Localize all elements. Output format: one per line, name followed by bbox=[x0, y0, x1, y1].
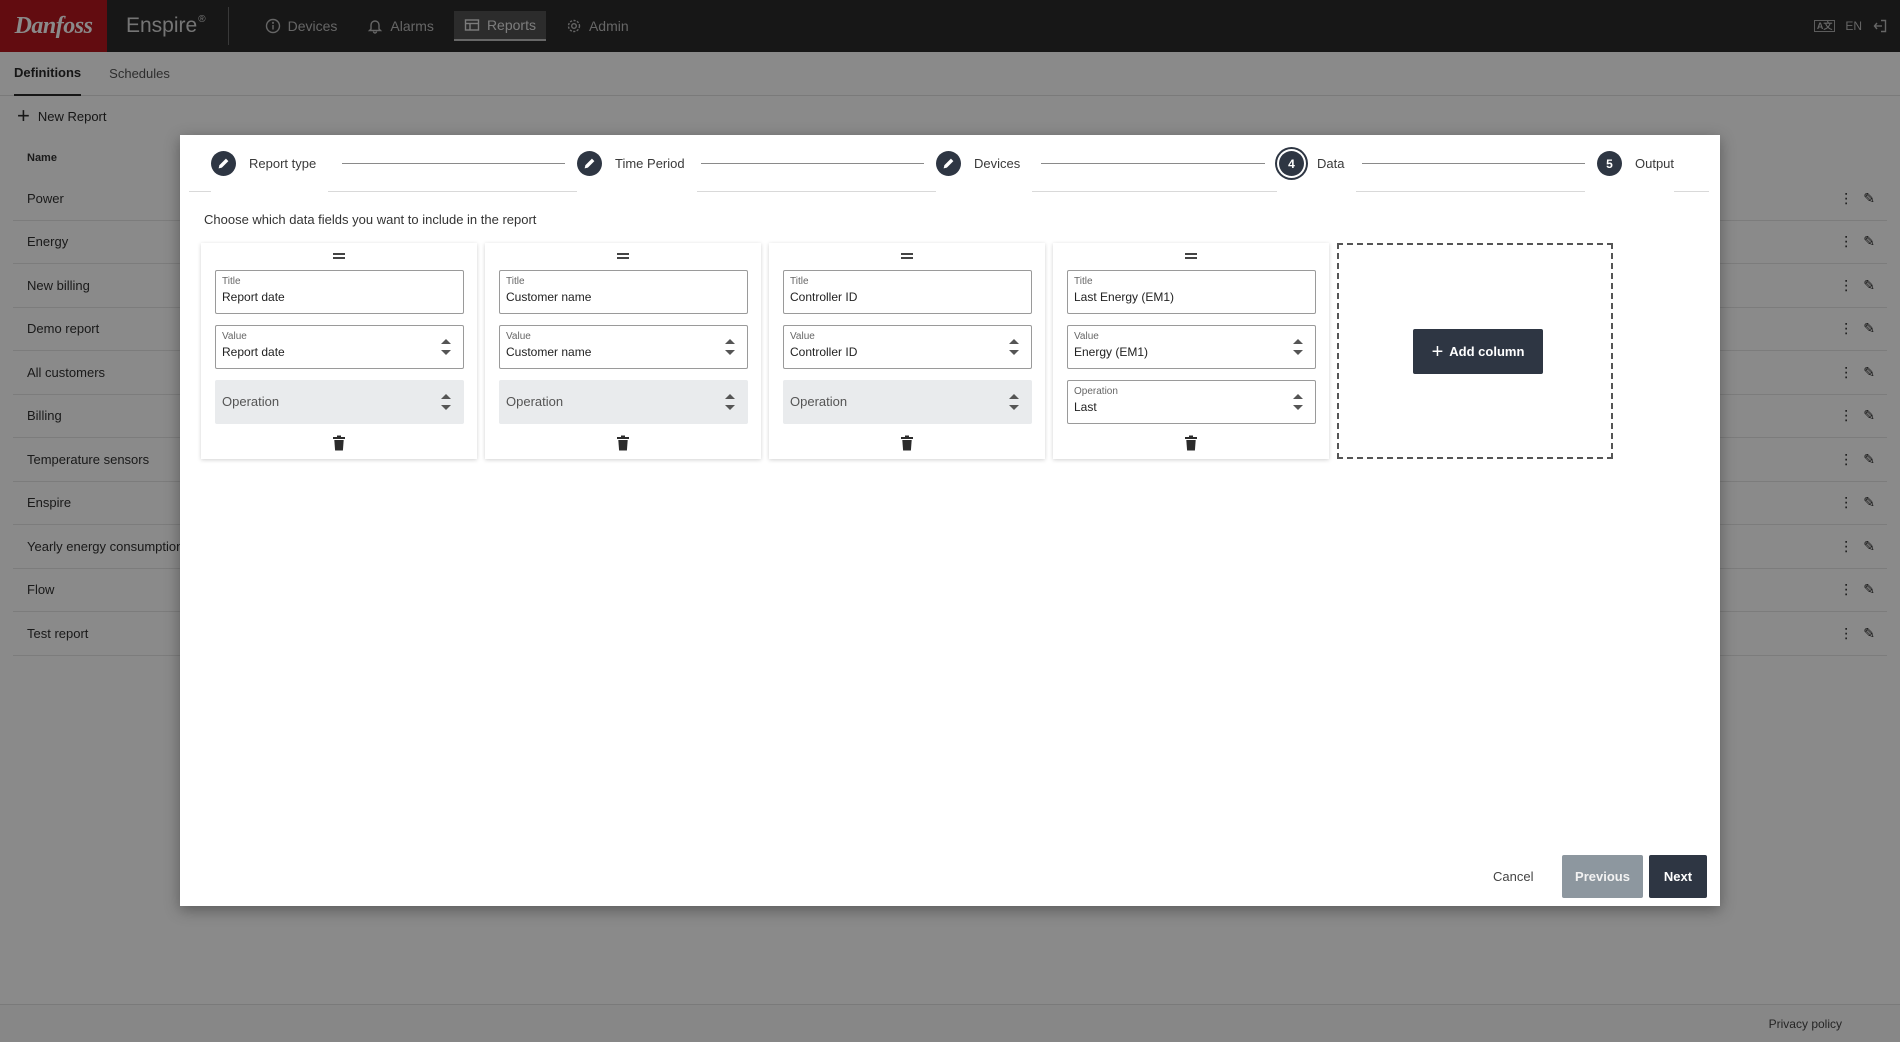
value-select-label: Value bbox=[1074, 331, 1099, 342]
value-select-value: Energy (EM1) bbox=[1074, 345, 1149, 359]
title-field-value: Last Energy (EM1) bbox=[1074, 290, 1175, 304]
step-label: Time Period bbox=[615, 156, 685, 171]
drag-handle-icon[interactable] bbox=[769, 247, 1045, 263]
value-select[interactable]: Value Energy (EM1) bbox=[1067, 325, 1316, 369]
cancel-label: Cancel bbox=[1493, 869, 1534, 884]
step-data[interactable]: 4 Data bbox=[1277, 135, 1357, 192]
select-arrows-icon bbox=[1009, 393, 1019, 411]
plus-icon: + bbox=[1431, 340, 1444, 363]
instruction-text: Choose which data fields you want to inc… bbox=[204, 212, 537, 227]
trash-icon[interactable] bbox=[332, 435, 346, 451]
select-arrows-icon bbox=[725, 393, 735, 411]
drag-handle-icon[interactable] bbox=[485, 247, 761, 263]
select-arrows-icon bbox=[441, 393, 451, 411]
operation-select-value: Last bbox=[1074, 400, 1097, 414]
add-column-dropzone: + Add column bbox=[1337, 243, 1613, 459]
trash-icon[interactable] bbox=[900, 435, 914, 451]
step-connector bbox=[1041, 163, 1265, 164]
column-card: Title Controller ID Value Controller ID … bbox=[769, 243, 1045, 459]
column-card: Title Report date Value Report date Oper… bbox=[201, 243, 477, 459]
title-field-label: Title bbox=[790, 276, 809, 287]
value-select[interactable]: Value Customer name bbox=[499, 325, 748, 369]
step-done-circle bbox=[936, 151, 961, 176]
operation-select: Operation bbox=[215, 380, 464, 424]
title-field-value: Controller ID bbox=[790, 290, 858, 304]
title-field[interactable]: Title Last Energy (EM1) bbox=[1067, 270, 1316, 314]
title-field[interactable]: Title Controller ID bbox=[783, 270, 1032, 314]
step-connector bbox=[342, 163, 565, 164]
operation-placeholder: Operation bbox=[790, 394, 848, 409]
pencil-icon bbox=[584, 158, 595, 169]
step-label: Data bbox=[1317, 156, 1345, 171]
pencil-icon bbox=[218, 158, 229, 169]
report-wizard-dialog: Report type Time Period Devices 4 Data 5… bbox=[180, 135, 1720, 906]
title-field-label: Title bbox=[1074, 276, 1093, 287]
operation-select-label: Operation bbox=[1074, 386, 1118, 397]
title-field-label: Title bbox=[506, 276, 525, 287]
select-arrows-icon bbox=[441, 338, 451, 356]
step-current-circle: 4 bbox=[1279, 151, 1304, 176]
select-arrows-icon bbox=[1293, 338, 1303, 356]
value-select-value: Report date bbox=[222, 345, 285, 359]
operation-select: Operation bbox=[783, 380, 1032, 424]
select-arrows-icon bbox=[1009, 338, 1019, 356]
value-select[interactable]: Value Report date bbox=[215, 325, 464, 369]
select-arrows-icon bbox=[725, 338, 735, 356]
previous-button[interactable]: Previous bbox=[1562, 855, 1643, 898]
cancel-button[interactable]: Cancel bbox=[1493, 855, 1533, 898]
step-output[interactable]: 5 Output bbox=[1585, 135, 1675, 192]
value-select-label: Value bbox=[506, 331, 531, 342]
operation-select[interactable]: Operation Last bbox=[1067, 380, 1316, 424]
step-number-circle: 5 bbox=[1597, 151, 1622, 176]
value-select[interactable]: Value Controller ID bbox=[783, 325, 1032, 369]
add-column-label: Add column bbox=[1449, 344, 1525, 359]
trash-icon[interactable] bbox=[1184, 435, 1198, 451]
step-devices[interactable]: Devices bbox=[936, 135, 1033, 192]
step-label: Output bbox=[1635, 156, 1675, 171]
operation-placeholder: Operation bbox=[222, 394, 280, 409]
step-done-circle bbox=[211, 151, 236, 176]
step-time-period[interactable]: Time Period bbox=[577, 135, 697, 192]
column-card: Title Last Energy (EM1) Value Energy (EM… bbox=[1053, 243, 1329, 459]
value-select-label: Value bbox=[222, 331, 247, 342]
title-field-value: Report date bbox=[222, 290, 285, 304]
step-report-type[interactable]: Report type bbox=[211, 135, 329, 192]
operation-placeholder: Operation bbox=[506, 394, 564, 409]
next-button[interactable]: Next bbox=[1649, 855, 1707, 898]
operation-select: Operation bbox=[499, 380, 748, 424]
step-label: Report type bbox=[249, 156, 317, 171]
title-field[interactable]: Title Report date bbox=[215, 270, 464, 314]
step-done-circle bbox=[577, 151, 602, 176]
value-select-value: Customer name bbox=[506, 345, 592, 359]
pencil-icon bbox=[943, 158, 954, 169]
wizard-stepper: Report type Time Period Devices 4 Data 5… bbox=[189, 135, 1709, 192]
value-select-value: Controller ID bbox=[790, 345, 858, 359]
trash-icon[interactable] bbox=[616, 435, 630, 451]
title-field-value: Customer name bbox=[506, 290, 592, 304]
value-select-label: Value bbox=[790, 331, 815, 342]
drag-handle-icon[interactable] bbox=[201, 247, 477, 263]
step-connector bbox=[1362, 163, 1585, 164]
step-label: Devices bbox=[974, 156, 1021, 171]
select-arrows-icon bbox=[1293, 393, 1303, 411]
title-field[interactable]: Title Customer name bbox=[499, 270, 748, 314]
title-field-label: Title bbox=[222, 276, 241, 287]
step-connector bbox=[701, 163, 924, 164]
drag-handle-icon[interactable] bbox=[1053, 247, 1329, 263]
column-card: Title Customer name Value Customer name … bbox=[485, 243, 761, 459]
add-column-button[interactable]: + Add column bbox=[1413, 329, 1543, 374]
